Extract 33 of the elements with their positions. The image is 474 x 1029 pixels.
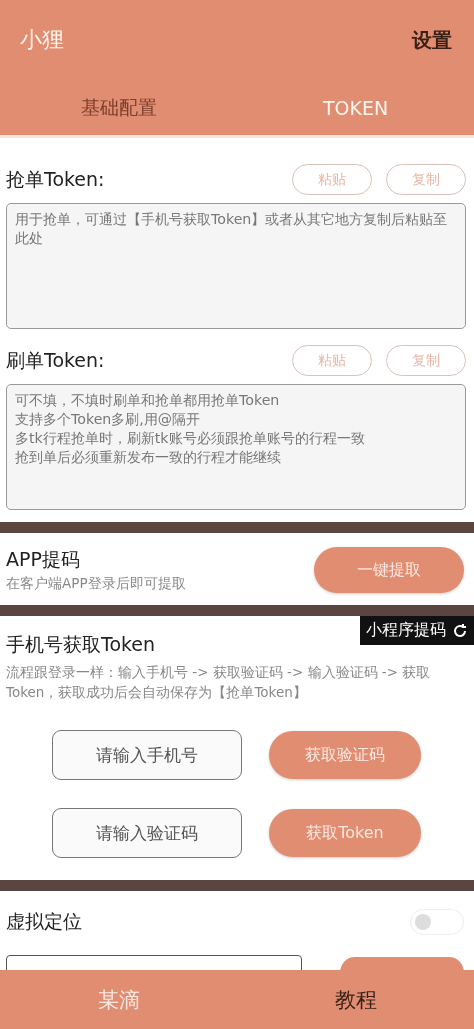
placeholder-text: 抢到单后必须重新发布一致的行程才能继续 bbox=[15, 448, 281, 467]
token-field[interactable]: 可不填，不填时刷单和抢单都用抢单Token 支持多个Token多刷,用@隔开 多tk行程抢单时，刷新tk账号必须跟抢单账号的行程一致 抢到单后必须重新发布一致的行程才能继续 bbox=[6, 384, 466, 510]
action-button[interactable]: 获取验证码 bbox=[269, 731, 421, 779]
paste-button[interactable]: 粘贴 bbox=[292, 345, 372, 376]
field-label: 抢单Token: bbox=[6, 166, 105, 192]
setting-label: 虚拟定位 bbox=[6, 909, 82, 934]
badge-label: 小程序提码 bbox=[366, 620, 446, 641]
toggle-switch[interactable] bbox=[410, 909, 464, 935]
mini-program-badge[interactable]: 小程序提码 bbox=[360, 616, 474, 645]
nav-tab[interactable]: 某滴 bbox=[0, 970, 237, 1029]
input-field[interactable]: 请输入手机号 bbox=[52, 730, 242, 780]
token-field[interactable]: 用于抢单，可通过【手机号获取Token】或者从其它地方复制后粘贴至此处 bbox=[6, 203, 466, 329]
section-title: 手机号获取Token bbox=[6, 632, 156, 657]
placeholder-text: 多tk行程抢单时，刷新tk账号必须跟抢单账号的行程一致 bbox=[15, 429, 365, 448]
placeholder-text: 可不填，不填时刷单和抢单都用抢单Token bbox=[15, 391, 280, 410]
placeholder-text: 支持多个Token多刷,用@隔开 bbox=[15, 410, 201, 429]
copy-button[interactable]: 复制 bbox=[386, 345, 466, 376]
nav-tab[interactable]: 教程 bbox=[237, 970, 474, 1029]
placeholder-text: 用于抢单，可通过【手机号获取Token】或者从其它地方复制后粘贴至此处 bbox=[15, 210, 449, 248]
copy-button[interactable]: 复制 bbox=[386, 164, 466, 195]
input-field[interactable]: 请输入验证码 bbox=[52, 808, 242, 858]
section-title: APP提码 bbox=[6, 547, 80, 572]
paste-button[interactable]: 粘贴 bbox=[292, 164, 372, 195]
field-label: 刷单Token: bbox=[6, 347, 105, 373]
extract-button[interactable]: 一键提取 bbox=[314, 547, 464, 593]
tab[interactable]: TOKEN bbox=[237, 80, 474, 135]
refresh-icon bbox=[452, 622, 468, 639]
section-description: 流程跟登录一样：输入手机号 -> 获取验证码 -> 输入验证码 -> 获取Token，获取成功后会自动保存为【抢单Token】 bbox=[6, 663, 432, 702]
app-title: 小狸 bbox=[20, 26, 64, 54]
action-button[interactable]: 获取Token bbox=[269, 809, 421, 857]
settings-link[interactable]: 设置 bbox=[412, 26, 452, 54]
tab[interactable]: 基础配置 bbox=[0, 80, 237, 135]
section-subtitle: 在客户端APP登录后即可提取 bbox=[6, 575, 186, 593]
